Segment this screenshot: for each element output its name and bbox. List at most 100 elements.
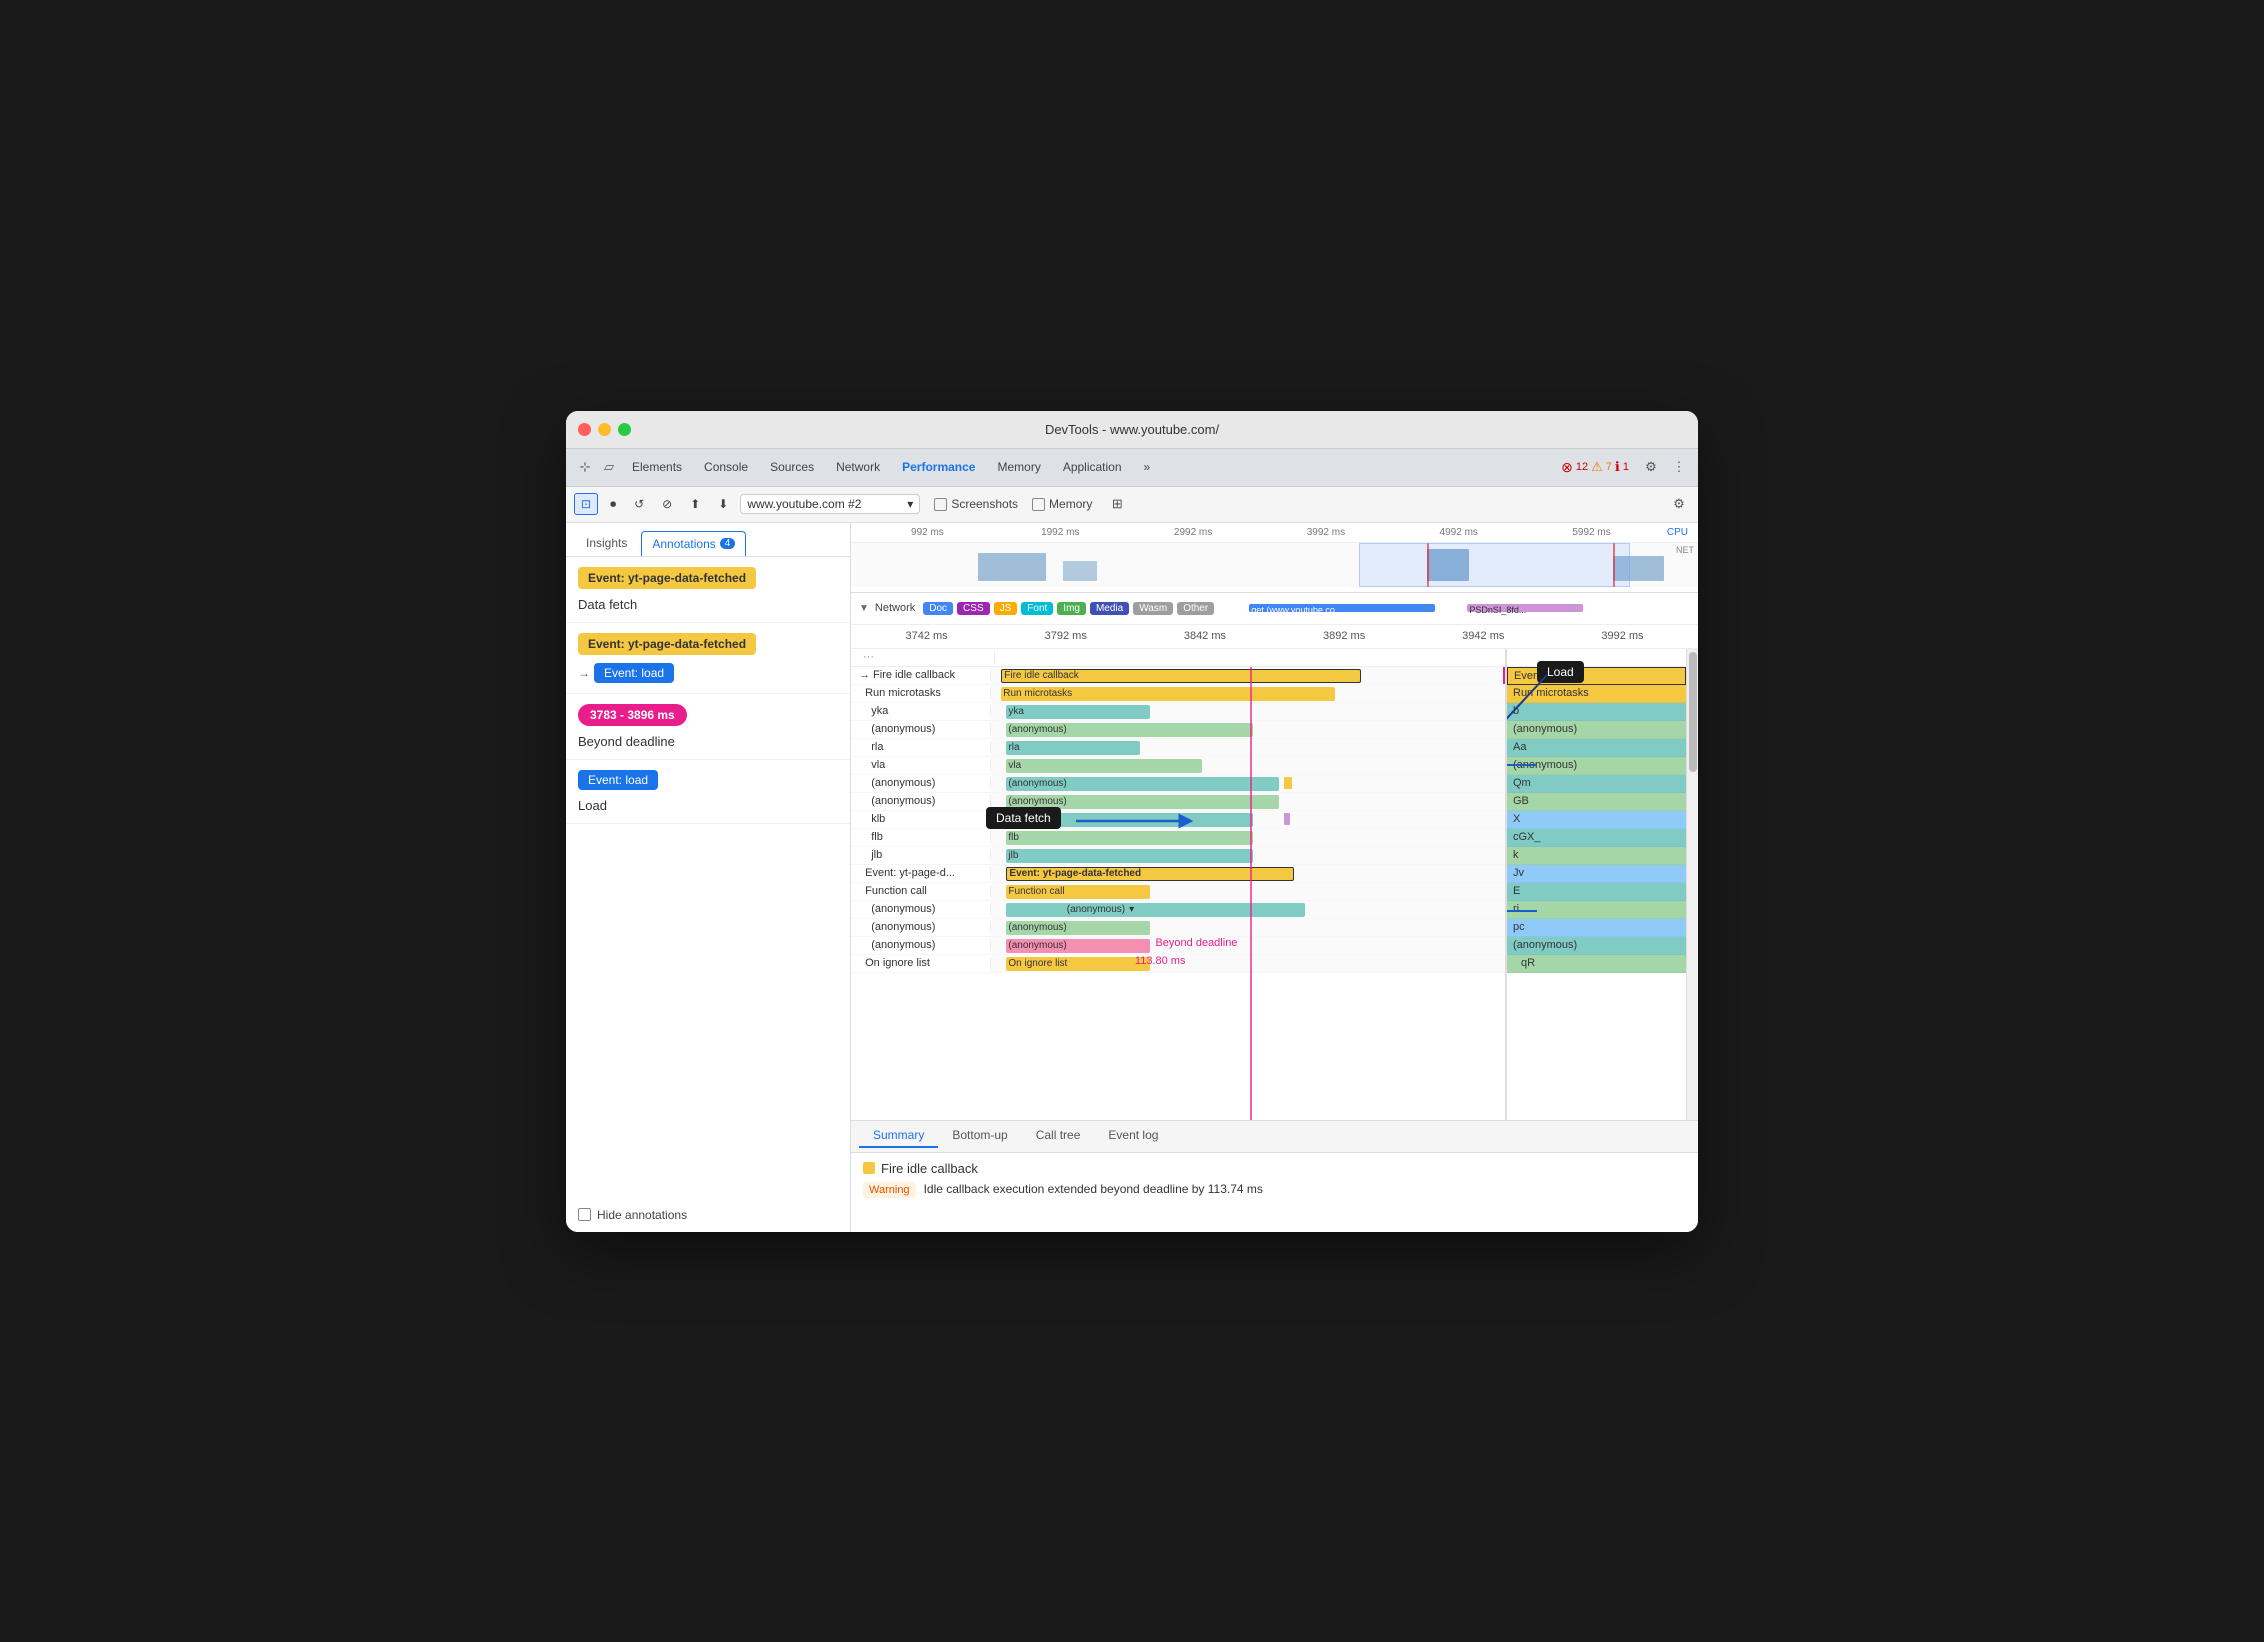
flame-row-fire-idle[interactable]: → Fire idle callback Fire idle callback xyxy=(851,667,1505,685)
reload-button[interactable]: ↺ xyxy=(628,494,650,514)
right-row-e[interactable]: E xyxy=(1507,883,1686,901)
flame-row-beyond[interactable]: (anonymous) (anonymous) Beyond deadline xyxy=(851,937,1505,955)
upload-button[interactable]: ⬆ xyxy=(684,494,706,514)
right-row-qm[interactable]: Qm xyxy=(1507,775,1686,793)
tab-memory[interactable]: Memory xyxy=(987,456,1050,478)
flame-row-ignore[interactable]: On ignore list On ignore list 113.80 ms xyxy=(851,955,1505,973)
timeline-chart[interactable]: NET xyxy=(851,543,1698,587)
tab-icons: ⊗ 12 ⚠ 7 ℹ 1 ⚙ ⋮ xyxy=(1556,456,1690,478)
flame-row-rla[interactable]: rla rla xyxy=(851,739,1505,757)
flame-row-yt-event[interactable]: Event: yt-page-d... Event: yt-page-data-… xyxy=(851,865,1505,883)
right-row-k[interactable]: k xyxy=(1507,847,1686,865)
ann-badge-1: Event: yt-page-data-fetched xyxy=(578,567,756,589)
flame-row-anon1[interactable]: (anonymous) (anonymous) xyxy=(851,721,1505,739)
scroll-thumb[interactable] xyxy=(1689,652,1697,772)
btab-call-tree[interactable]: Call tree xyxy=(1022,1124,1095,1148)
title-bar: DevTools - www.youtube.com/ xyxy=(566,411,1698,449)
dots-row[interactable]: ··· xyxy=(851,649,1505,667)
flame-bar-area-anon1: (anonymous) xyxy=(991,721,1505,738)
device-icon[interactable]: ▱ xyxy=(598,456,620,478)
hide-ann-checkbox[interactable] xyxy=(578,1208,591,1221)
main-area: Insights Annotations 4 Event: yt-page-da… xyxy=(566,523,1698,1232)
flame-row-anon5[interactable]: (anonymous) (anonymous) xyxy=(851,919,1505,937)
tab-elements[interactable]: Elements xyxy=(622,456,692,478)
cpu-spike-2 xyxy=(1063,561,1097,581)
flame-row-flb[interactable]: flb flb xyxy=(851,829,1505,847)
screenshots-checkbox[interactable]: Screenshots xyxy=(934,497,1018,511)
url-dropdown-icon[interactable]: ▾ xyxy=(907,497,913,511)
tab-sources[interactable]: Sources xyxy=(760,456,824,478)
flame-row-jlb[interactable]: jlb jlb xyxy=(851,847,1505,865)
hide-annotations[interactable]: Hide annotations xyxy=(566,1198,850,1232)
right-row-anon-c[interactable]: (anonymous) xyxy=(1507,757,1686,775)
event-dot xyxy=(863,1162,875,1174)
scrollbar[interactable] xyxy=(1686,649,1698,1120)
flame-row-run-microtasks[interactable]: Run microtasks Run microtasks xyxy=(851,685,1505,703)
selected-region[interactable] xyxy=(1359,543,1630,587)
close-button[interactable] xyxy=(578,423,591,436)
download-button[interactable]: ⬇ xyxy=(712,494,734,514)
minimize-button[interactable] xyxy=(598,423,611,436)
dots-icon: ··· xyxy=(855,651,995,663)
time-3842: 3842 ms xyxy=(1135,630,1274,642)
right-row-anon-d[interactable]: (anonymous) xyxy=(1507,937,1686,955)
record-button[interactable]: ⏺ xyxy=(604,494,622,515)
flame-row-vla[interactable]: vla vla xyxy=(851,757,1505,775)
url-bar[interactable]: www.youtube.com #2 ▾ xyxy=(740,494,920,514)
right-row-jv[interactable]: Jv xyxy=(1507,865,1686,883)
right-row-anon-b[interactable]: (anonymous) xyxy=(1507,721,1686,739)
window-title: DevTools - www.youtube.com/ xyxy=(1045,422,1219,437)
right-row-ri[interactable]: ri xyxy=(1507,901,1686,919)
chip-img: Img xyxy=(1057,602,1086,615)
sidebar-toggle-button[interactable]: ⊡ xyxy=(574,493,598,515)
btab-summary[interactable]: Summary xyxy=(859,1124,938,1148)
clear-button[interactable]: ⊘ xyxy=(656,494,678,514)
flame-row-anon3[interactable]: (anonymous) (anonymous) xyxy=(851,793,1505,811)
right-row-qr[interactable]: qR xyxy=(1507,955,1686,973)
right-row-gb[interactable]: GB xyxy=(1507,793,1686,811)
tab-more[interactable]: » xyxy=(1134,456,1161,478)
flame-label-klb: klb xyxy=(851,813,991,825)
memory-checkbox[interactable]: Memory xyxy=(1032,497,1092,511)
memory-icon[interactable]: ⊞ xyxy=(1106,493,1128,515)
flame-row-anon2[interactable]: (anonymous) (anonymous) xyxy=(851,775,1505,793)
inspector-icon[interactable]: ⊹ xyxy=(574,456,596,478)
memory-cb-box[interactable] xyxy=(1032,498,1045,511)
btab-bottom-up[interactable]: Bottom-up xyxy=(938,1124,1021,1148)
annotation-2: Event: yt-page-data-fetched → Event: loa… xyxy=(566,623,850,694)
screenshots-cb-box[interactable] xyxy=(934,498,947,511)
flame-row-anon-dropdown[interactable]: (anonymous) (anonymous) ▾ xyxy=(851,901,1505,919)
beyond-deadline-text: Beyond deadline xyxy=(1155,937,1237,949)
flame-chart[interactable]: ··· → Fire idle callback Fire idle callb… xyxy=(851,649,1506,1120)
flame-bar-area-rla: rla xyxy=(991,739,1505,756)
settings-icon[interactable]: ⚙ xyxy=(1640,456,1662,478)
right-row-x[interactable]: X xyxy=(1507,811,1686,829)
time-3892: 3892 ms xyxy=(1275,630,1414,642)
fbar-anon5: (anonymous) xyxy=(1006,921,1150,935)
tab-annotations[interactable]: Annotations 4 xyxy=(641,531,746,556)
tab-performance[interactable]: Performance xyxy=(892,456,985,478)
right-row-aa[interactable]: Aa xyxy=(1507,739,1686,757)
chip-media: Media xyxy=(1090,602,1129,615)
flame-row-function-call[interactable]: Function call Function call xyxy=(851,883,1505,901)
tab-network[interactable]: Network xyxy=(826,456,890,478)
warning-badge: Warning xyxy=(863,1182,916,1198)
net-bar-1-label: get (www.youtube.co... xyxy=(1249,605,1342,615)
right-row-b[interactable]: b xyxy=(1507,703,1686,721)
tab-console[interactable]: Console xyxy=(694,456,758,478)
right-row-pc[interactable]: pc xyxy=(1507,919,1686,937)
chart-main: ··· → Fire idle callback Fire idle callb… xyxy=(851,649,1698,1120)
right-row-event-load[interactable]: Event: load xyxy=(1507,667,1686,685)
info-count: 1 xyxy=(1623,461,1629,473)
btab-event-log[interactable]: Event log xyxy=(1094,1124,1172,1148)
maximize-button[interactable] xyxy=(618,423,631,436)
right-row-run-microtasks[interactable]: Run microtasks xyxy=(1507,685,1686,703)
more-icon[interactable]: ⋮ xyxy=(1668,456,1690,478)
flame-row-klb[interactable]: klb klb xyxy=(851,811,1505,829)
settings-gear-icon[interactable]: ⚙ xyxy=(1668,493,1690,515)
tab-insights[interactable]: Insights xyxy=(576,531,637,556)
tab-application[interactable]: Application xyxy=(1053,456,1132,478)
right-row-cgx[interactable]: cGX_ xyxy=(1507,829,1686,847)
bottom-event-row: Fire idle callback xyxy=(863,1161,1686,1176)
flame-row-yka[interactable]: yka yka xyxy=(851,703,1505,721)
